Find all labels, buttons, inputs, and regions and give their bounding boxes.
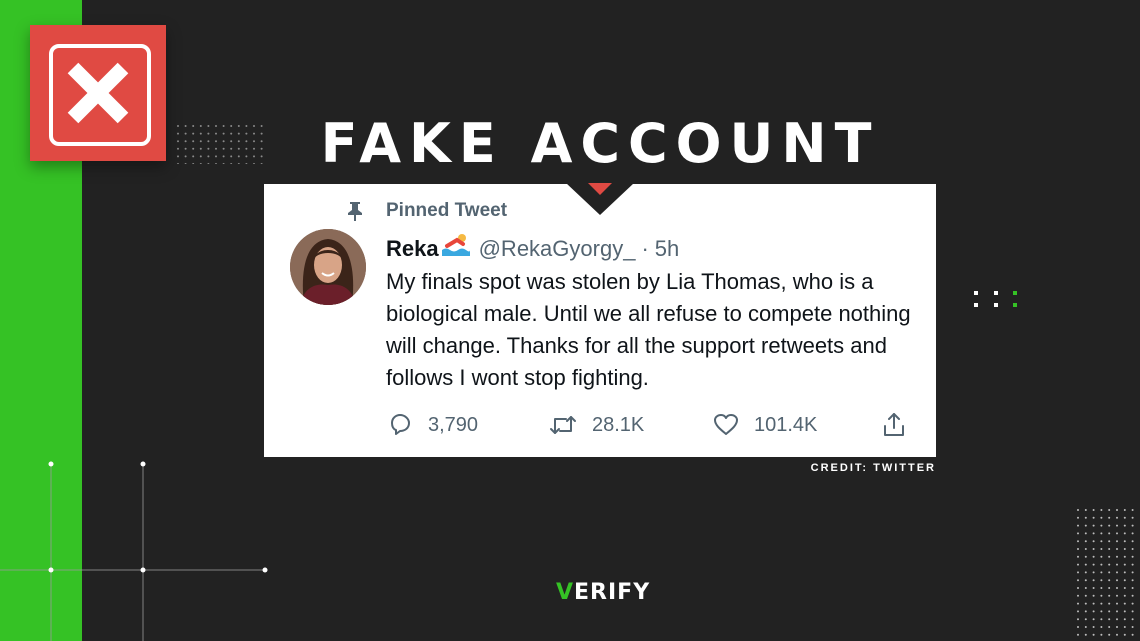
timestamp[interactable]: 5h	[655, 236, 679, 262]
handle[interactable]: @RekaGyorgy_	[479, 236, 636, 262]
reply-button[interactable]: 3,790	[386, 411, 478, 439]
dot-pattern-bottom-right	[1077, 509, 1134, 636]
retweet-icon	[550, 416, 576, 434]
logo-check-letter: V	[556, 580, 575, 605]
like-count: 101.4K	[754, 413, 818, 436]
image-credit: CREDIT: TWITTER	[810, 462, 936, 474]
like-button[interactable]: 101.4K	[712, 411, 817, 439]
side-dots	[974, 291, 1017, 307]
display-name[interactable]: Reka	[386, 236, 439, 262]
dot-pattern-top	[177, 125, 263, 164]
tweet-actions: 3,790 28.1K 101.4K	[386, 411, 916, 443]
like-icon	[714, 414, 738, 435]
pin-icon	[348, 202, 362, 221]
retweet-button[interactable]: 28.1K	[548, 411, 644, 439]
pinned-row: Pinned Tweet	[344, 200, 507, 222]
verify-logo: VERIFY	[556, 580, 649, 605]
false-rating-badge	[30, 25, 166, 161]
logo-text: ERIFY	[574, 580, 651, 605]
headline: FAKE ACCOUNT	[320, 112, 880, 175]
author-row: Reka @RekaGyorgy_ · 5h	[386, 232, 679, 262]
share-button[interactable]	[880, 411, 922, 439]
pinned-label: Pinned Tweet	[386, 200, 508, 221]
share-icon	[884, 413, 904, 436]
profile-photo	[290, 229, 366, 305]
retweet-count: 28.1K	[592, 413, 645, 436]
avatar[interactable]	[290, 229, 366, 305]
swimmer-emoji-icon	[441, 234, 470, 256]
reply-icon	[391, 414, 410, 435]
x-mark-icon	[67, 62, 129, 124]
tweet-card: Pinned Tweet Reka @RekaGyorgy_ · 5h My f…	[264, 184, 936, 457]
card-pointer-accent	[588, 183, 612, 195]
separator: ·	[641, 236, 649, 261]
reply-count: 3,790	[428, 413, 479, 436]
tweet-text: My finals spot was stolen by Lia Thomas,…	[386, 269, 911, 390]
